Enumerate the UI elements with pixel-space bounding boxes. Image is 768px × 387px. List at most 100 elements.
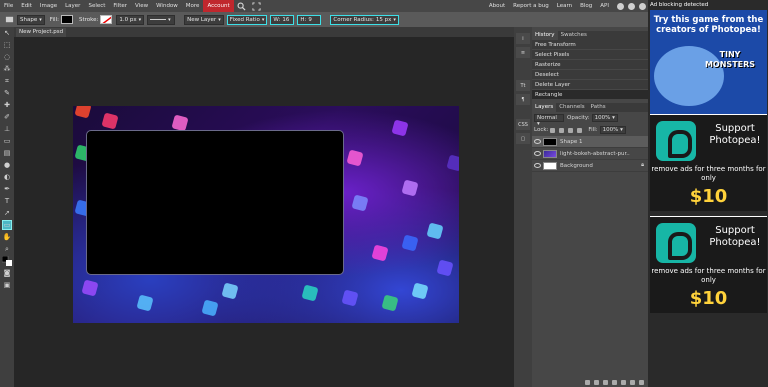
link-layers-icon[interactable] bbox=[585, 379, 590, 385]
trash-icon[interactable] bbox=[639, 379, 644, 385]
magic-wand-tool-icon[interactable]: ⁂ bbox=[2, 64, 12, 74]
tab-paths[interactable]: Paths bbox=[588, 103, 609, 112]
crop-tool-icon[interactable]: ⌗ bbox=[2, 76, 12, 86]
eyedropper-tool-icon[interactable]: ✎ bbox=[2, 88, 12, 98]
menu-edit[interactable]: Edit bbox=[17, 0, 36, 12]
stroke-swatch[interactable] bbox=[100, 15, 113, 24]
blog-link[interactable]: Blog bbox=[576, 0, 596, 12]
gradient-tool-icon[interactable]: ▤ bbox=[2, 148, 12, 158]
fill-input[interactable]: 100% ▾ bbox=[599, 126, 626, 134]
fill-swatch[interactable] bbox=[60, 15, 73, 24]
history-item[interactable]: Free Transform bbox=[532, 40, 648, 50]
eraser-tool-icon[interactable]: ▭ bbox=[2, 136, 12, 146]
new-folder-icon[interactable] bbox=[621, 379, 626, 385]
menu-window[interactable]: Window bbox=[152, 0, 182, 12]
history-item[interactable]: Rasterize bbox=[532, 60, 648, 70]
menu-file[interactable]: File bbox=[0, 0, 17, 12]
menu-image[interactable]: Image bbox=[36, 0, 61, 12]
adjustment-layer-icon[interactable] bbox=[603, 379, 608, 385]
layer-row[interactable]: Background 🔒︎ bbox=[532, 160, 648, 172]
about-link[interactable]: About bbox=[485, 0, 509, 12]
new-layer-select[interactable]: New Layer ▾ bbox=[184, 14, 224, 25]
clone-stamp-tool-icon[interactable]: ⊥ bbox=[2, 124, 12, 134]
properties-panel-icon[interactable]: ≡ bbox=[516, 47, 530, 58]
facebook-icon[interactable] bbox=[639, 2, 646, 10]
document-tab[interactable]: New Project.psd *× bbox=[16, 28, 66, 44]
lock-all-icon[interactable] bbox=[577, 127, 583, 133]
menu-filter[interactable]: Filter bbox=[109, 0, 131, 12]
lock-transparency-icon[interactable] bbox=[550, 127, 556, 133]
lasso-tool-icon[interactable]: ◌ bbox=[2, 52, 12, 62]
color-swatches-icon[interactable] bbox=[2, 256, 12, 266]
tab-channels[interactable]: Channels bbox=[556, 103, 587, 112]
game-ad-logo: TINY MONSTERS bbox=[704, 50, 756, 69]
menu-layer[interactable]: Layer bbox=[61, 0, 84, 12]
menu-more[interactable]: More bbox=[182, 0, 204, 12]
marquee-tool-icon[interactable]: ⬚ bbox=[2, 40, 12, 50]
height-field[interactable]: H: 9 bbox=[297, 14, 322, 25]
mask-icon[interactable] bbox=[612, 379, 617, 385]
fixed-ratio-select[interactable]: Fixed Ratio ▾ bbox=[226, 14, 268, 25]
blur-tool-icon[interactable]: ● bbox=[2, 160, 12, 170]
pen-tool-icon[interactable]: ✒ bbox=[2, 184, 12, 194]
account-button[interactable]: Account bbox=[203, 0, 234, 12]
history-item[interactable]: Delete Layer bbox=[532, 80, 648, 90]
brush-tool-icon[interactable]: ✐ bbox=[2, 112, 12, 122]
layer-thumbnail bbox=[543, 149, 557, 158]
tab-layers[interactable]: Layers bbox=[532, 103, 557, 112]
learn-link[interactable]: Learn bbox=[553, 0, 576, 12]
layer-row[interactable]: light-bokeh-abstract-pur.. bbox=[532, 148, 648, 160]
opacity-input[interactable]: 100% ▾ bbox=[591, 114, 618, 122]
paragraph-panel-icon[interactable]: ¶ bbox=[516, 94, 530, 105]
eye-icon[interactable] bbox=[534, 163, 541, 168]
stroke-width-input[interactable]: 1.0 px ▾ bbox=[116, 14, 145, 25]
zoom-tool-icon[interactable]: ⌕ bbox=[2, 244, 12, 254]
quick-mask-icon[interactable]: ◙ bbox=[2, 268, 12, 278]
path-select-tool-icon[interactable]: ➚ bbox=[2, 208, 12, 218]
report-bug-link[interactable]: Report a bug bbox=[509, 0, 553, 12]
support-title: Support Photopea! bbox=[709, 123, 761, 146]
screen-mode-icon[interactable]: ▣ bbox=[2, 280, 12, 290]
stroke-style-select[interactable]: ▾ bbox=[147, 14, 176, 25]
type-tool-icon[interactable]: T bbox=[2, 196, 12, 206]
tab-history[interactable]: History bbox=[532, 31, 558, 40]
history-item[interactable]: Rectangle bbox=[532, 90, 648, 100]
support-ad[interactable]: Support Photopea! remove ads for three m… bbox=[650, 216, 767, 313]
reddit-icon[interactable] bbox=[617, 2, 624, 10]
layer-style-icon[interactable] bbox=[594, 379, 599, 385]
game-ad[interactable]: Try this game from the creators of Photo… bbox=[650, 10, 767, 114]
support-ad[interactable]: Support Photopea! remove ads for three m… bbox=[650, 114, 767, 211]
lock-pixels-icon[interactable] bbox=[559, 127, 565, 133]
menu-select[interactable]: Select bbox=[84, 0, 109, 12]
rounded-rectangle-shape[interactable] bbox=[86, 130, 344, 275]
blend-mode-select[interactable]: Normal ▾ bbox=[534, 114, 564, 127]
fullscreen-icon[interactable] bbox=[252, 1, 261, 11]
dodge-tool-icon[interactable]: ◐ bbox=[2, 172, 12, 182]
history-item[interactable]: Deselect bbox=[532, 70, 648, 80]
tab-swatches[interactable]: Swatches bbox=[558, 31, 590, 40]
rectangle-tool-icon[interactable]: ▭ bbox=[2, 220, 12, 230]
ad-blocking-label: Ad blocking detected bbox=[650, 2, 709, 8]
corner-radius-field[interactable]: Corner Radius: 15 px ▾ bbox=[330, 14, 399, 25]
twitter-icon[interactable] bbox=[628, 2, 635, 10]
hand-tool-icon[interactable]: ✋ bbox=[2, 232, 12, 242]
menu-view[interactable]: View bbox=[131, 0, 152, 12]
eye-icon[interactable] bbox=[534, 151, 541, 156]
move-tool-icon[interactable]: ↖ bbox=[2, 28, 12, 38]
search-icon[interactable] bbox=[237, 2, 246, 11]
document-canvas[interactable] bbox=[73, 106, 459, 323]
layer-row[interactable]: Shape 1 bbox=[532, 136, 648, 148]
history-item[interactable]: Select Pixels bbox=[532, 50, 648, 60]
new-layer-icon[interactable] bbox=[630, 379, 635, 385]
api-link[interactable]: API bbox=[596, 0, 613, 12]
healing-tool-icon[interactable]: ✚ bbox=[2, 100, 12, 110]
width-field[interactable]: W: 16 bbox=[270, 14, 295, 25]
image-panel-icon[interactable]: ▢ bbox=[516, 133, 530, 144]
character-panel-icon[interactable]: Tt bbox=[516, 80, 530, 91]
shape-mode-select[interactable]: Shape ▾ bbox=[17, 14, 45, 25]
eye-icon[interactable] bbox=[534, 139, 541, 144]
canvas-workspace[interactable] bbox=[14, 37, 514, 387]
lock-position-icon[interactable] bbox=[568, 127, 574, 133]
css-panel-icon[interactable]: CSS bbox=[516, 119, 530, 130]
info-panel-icon[interactable]: i bbox=[516, 33, 530, 44]
